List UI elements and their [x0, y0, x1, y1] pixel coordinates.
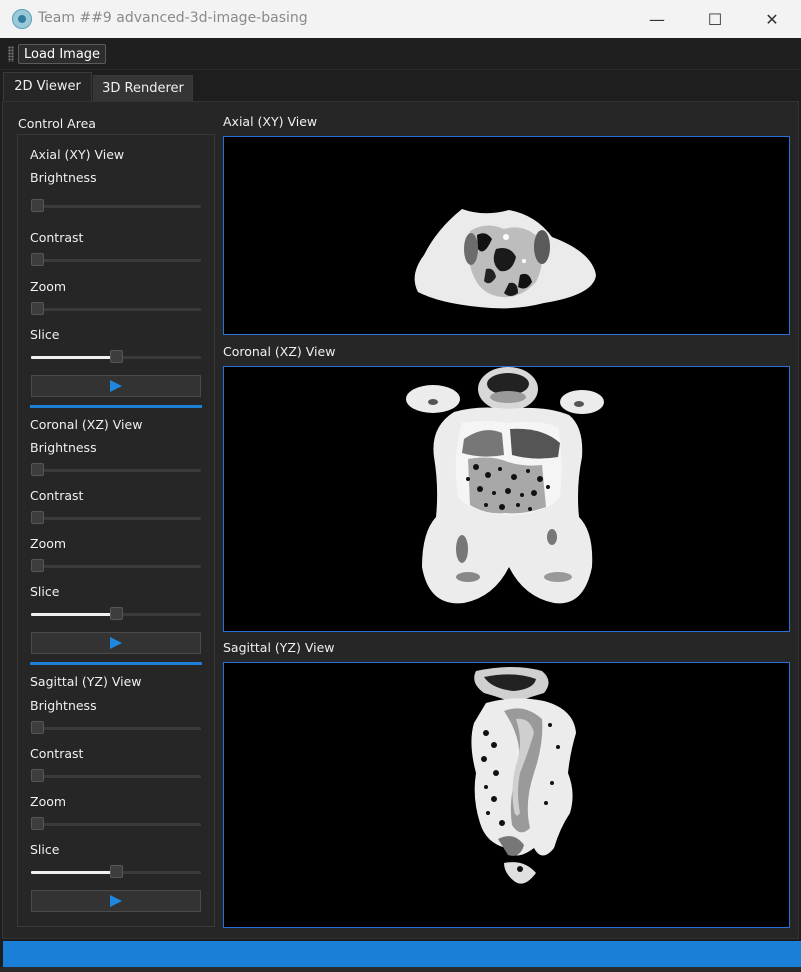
tab-3d-renderer[interactable]: 3D Renderer	[93, 75, 193, 101]
sagittal-zoom-label: Zoom	[30, 794, 67, 809]
coronal-play-button[interactable]	[31, 632, 201, 654]
axial-brightness-label: Brightness	[30, 170, 97, 185]
axial-slice-label: Slice	[30, 327, 60, 342]
slider-handle[interactable]	[31, 769, 44, 782]
control-area-title: Control Area	[18, 116, 96, 131]
bottom-edge	[0, 967, 801, 972]
play-icon	[110, 637, 122, 649]
play-icon	[110, 380, 122, 392]
sagittal-slice-label: Slice	[30, 842, 60, 857]
coronal-view-canvas[interactable]	[223, 366, 790, 632]
sagittal-view-title: Sagittal (YZ) View	[223, 640, 335, 655]
play-icon	[110, 895, 122, 907]
coronal-contrast-label: Contrast	[30, 488, 84, 503]
maximize-button[interactable]: ☐	[686, 0, 744, 38]
close-icon: ✕	[765, 9, 779, 29]
slider-fill	[31, 613, 117, 616]
tab-bar: 2D Viewer 3D Renderer	[0, 71, 801, 101]
sagittal-brightness-label: Brightness	[30, 698, 97, 713]
axial-zoom-label: Zoom	[30, 279, 67, 294]
slider-fill	[31, 356, 117, 359]
minimize-button[interactable]: —	[628, 0, 686, 38]
section-divider	[30, 662, 202, 665]
window-titlebar: Team ##9 advanced-3d-image-basing — ☐ ✕	[0, 0, 801, 38]
sagittal-brightness-slider[interactable]	[31, 721, 201, 734]
coronal-brightness-slider[interactable]	[31, 463, 201, 476]
toolbar: Load Image	[0, 38, 801, 70]
slider-handle[interactable]	[31, 302, 44, 315]
coronal-zoom-slider[interactable]	[31, 559, 201, 572]
axial-zoom-slider[interactable]	[31, 302, 201, 315]
app-logo-icon	[12, 9, 32, 29]
window-title: Team ##9 advanced-3d-image-basing	[38, 10, 308, 26]
coronal-brightness-label: Brightness	[30, 440, 97, 455]
axial-play-button[interactable]	[31, 375, 201, 397]
slider-handle[interactable]	[31, 463, 44, 476]
coronal-section-title: Coronal (XZ) View	[30, 417, 143, 432]
sagittal-contrast-label: Contrast	[30, 746, 84, 761]
slider-fill	[31, 871, 117, 874]
sagittal-zoom-slider[interactable]	[31, 817, 201, 830]
slider-handle[interactable]	[31, 721, 44, 734]
close-button[interactable]: ✕	[743, 0, 801, 38]
axial-slice-slider[interactable]	[31, 350, 201, 363]
slider-handle[interactable]	[31, 559, 44, 572]
coronal-slice-image	[406, 367, 604, 604]
sagittal-slice-slider[interactable]	[31, 865, 201, 878]
axial-view-title: Axial (XY) View	[223, 114, 318, 129]
slider-handle[interactable]	[110, 865, 123, 878]
axial-brightness-slider[interactable]	[31, 199, 201, 212]
coronal-slice-slider[interactable]	[31, 607, 201, 620]
sagittal-slice-image	[471, 667, 576, 884]
coronal-contrast-slider[interactable]	[31, 511, 201, 524]
slider-handle[interactable]	[110, 350, 123, 363]
coronal-zoom-label: Zoom	[30, 536, 67, 551]
axial-contrast-label: Contrast	[30, 230, 84, 245]
sagittal-play-button[interactable]	[31, 890, 201, 912]
minimize-icon: —	[649, 9, 665, 29]
tab-2d-viewer[interactable]: 2D Viewer	[3, 72, 92, 101]
axial-slice-image	[414, 209, 596, 309]
section-divider	[30, 405, 202, 408]
slider-handle[interactable]	[31, 511, 44, 524]
sagittal-contrast-slider[interactable]	[31, 769, 201, 782]
axial-contrast-slider[interactable]	[31, 253, 201, 266]
coronal-slice-label: Slice	[30, 584, 60, 599]
slider-handle[interactable]	[110, 607, 123, 620]
sagittal-section-title: Sagittal (YZ) View	[30, 674, 142, 689]
axial-view-canvas[interactable]	[223, 136, 790, 335]
toolbar-grip-icon[interactable]	[8, 46, 14, 62]
coronal-view-title: Coronal (XZ) View	[223, 344, 336, 359]
slider-handle[interactable]	[31, 253, 44, 266]
slider-handle[interactable]	[31, 199, 44, 212]
slider-handle[interactable]	[31, 817, 44, 830]
sagittal-view-canvas[interactable]	[223, 662, 790, 928]
load-image-button[interactable]: Load Image	[18, 44, 107, 64]
maximize-icon: ☐	[707, 9, 723, 29]
status-bar	[3, 941, 801, 967]
axial-section-title: Axial (XY) View	[30, 147, 125, 162]
